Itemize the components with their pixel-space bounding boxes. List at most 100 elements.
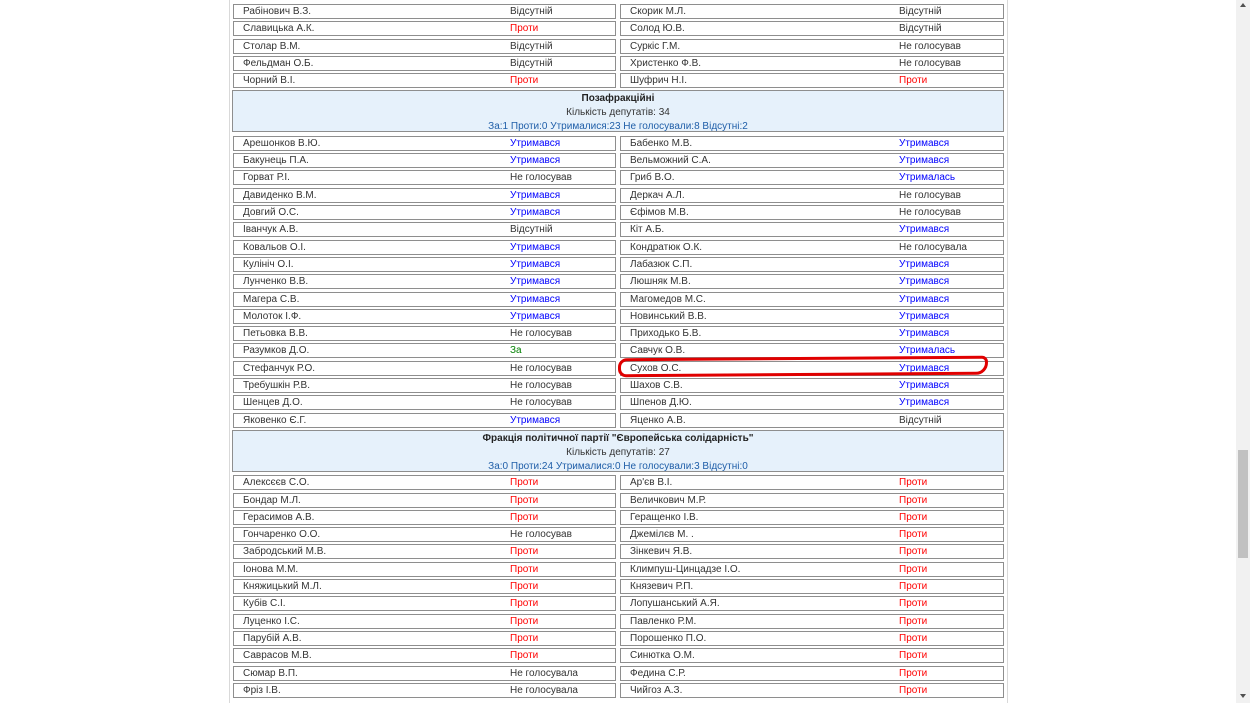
deputy-name: Гриб В.О. — [630, 172, 675, 184]
vote-status: Відсутній — [510, 6, 553, 17]
deputy-cell: Солод Ю.В. Відсутній — [620, 21, 1004, 37]
deputy-cell: Кулініч О.І. Утримався — [233, 256, 616, 272]
deputy-name: Чийгоз А.З. — [630, 684, 683, 696]
deputy-cell: Федина С.Р. Проти — [620, 665, 1004, 681]
scroll-down-arrow-icon[interactable] — [1240, 694, 1246, 698]
deputy-name: Павленко Р.М. — [630, 615, 697, 627]
vote-status: Відсутній — [899, 23, 942, 35]
table-row: Довгий О.С. Утримався Єфімов М.В. Не голосу… — [0, 205, 1250, 220]
vote-status: Не голосував — [899, 57, 961, 69]
vote-status: Утримався — [899, 155, 950, 167]
vote-status: Утримався — [899, 137, 950, 149]
deputy-name: Шпенов Д.Ю. — [630, 397, 692, 409]
deputy-name: Горват Р.І. — [243, 172, 290, 184]
deputy-name: Князевич Р.П. — [630, 581, 694, 592]
deputy-cell: Приходько Б.В. Утримався — [620, 326, 1004, 342]
vote-results-page: Рабінович В.З. Відсутній Скорик М.Л. Відсут… — [0, 0, 1250, 703]
vote-status: Не голосував — [899, 189, 961, 201]
deputy-cell: Бабенко М.В. Утримався — [620, 135, 1004, 151]
faction-deputy-count: Кількість депутатів: 27 — [566, 446, 670, 458]
faction-vote-summary: За:0 Проти:24 Утрималися:0 Не голосували… — [488, 460, 748, 472]
vote-status: Утримався — [510, 137, 561, 149]
vote-status: Проти — [899, 684, 928, 696]
deputy-name: Саврасов М.В. — [243, 650, 312, 662]
table-row: Рабінович В.З. Відсутній Скорик М.Л. Відсут… — [0, 4, 1250, 19]
vote-status: Проти — [899, 581, 928, 592]
deputy-cell: Синютка О.М. Проти — [620, 648, 1004, 664]
deputy-cell: Фріз І.В. Не голосувала — [233, 682, 616, 698]
vote-status: Відсутній — [510, 40, 553, 52]
deputy-cell: Рабінович В.З. Відсутній — [233, 4, 616, 19]
deputy-cell: Павленко Р.М. Проти — [620, 613, 1004, 629]
deputy-name: Бондар М.Л. — [243, 494, 301, 506]
deputy-cell: Герасимов А.В. Проти — [233, 509, 616, 525]
deputy-cell: Кондратюк О.К. Не голосувала — [620, 239, 1004, 255]
table-row: Іонова М.М. Проти Климпуш-Цинцадзе І.О. Про… — [0, 561, 1250, 577]
deputy-cell: Іонова М.М. Проти — [233, 561, 616, 577]
deputy-name: Ковальов О.І. — [243, 241, 306, 253]
scroll-up-arrow-icon[interactable] — [1240, 3, 1246, 7]
deputy-cell: Разумков Д.О. За — [233, 343, 616, 359]
deputy-cell: Петьовка В.В. Не голосував — [233, 326, 616, 342]
vote-status: Не голосував — [510, 380, 572, 391]
faction-title: Позафракційні — [581, 93, 655, 105]
vote-status: Відсутній — [899, 414, 942, 426]
deputy-name: Скорик М.Л. — [630, 6, 687, 17]
deputy-name: Лопушанський А.Я. — [630, 598, 720, 610]
deputy-name: Шахов С.В. — [630, 380, 683, 391]
deputy-name: Яковенко Є.Г. — [243, 414, 307, 426]
deputy-cell: Ар'єв В.І. Проти — [620, 475, 1004, 491]
deputy-name: Бабенко М.В. — [630, 137, 693, 149]
deputy-name: Величкович М.Р. — [630, 494, 707, 506]
deputy-name: Столар В.М. — [243, 40, 301, 52]
deputy-cell: Яценко А.В. Відсутній — [620, 412, 1004, 428]
deputy-name: Христенко Ф.В. — [630, 57, 702, 69]
deputy-name: Арешонков В.Ю. — [243, 137, 321, 149]
deputy-cell: Бондар М.Л. Проти — [233, 492, 616, 508]
faction-title: Фракція політичної партії "Європейська с… — [482, 432, 754, 444]
deputy-cell: Лопушанський А.Я. Проти — [620, 596, 1004, 612]
vote-status: Утримався — [899, 224, 950, 236]
vote-status: Проти — [899, 75, 928, 87]
vote-status: Утримався — [899, 258, 950, 270]
deputy-cell: Гриб В.О. Утрималась — [620, 170, 1004, 186]
table-row: Горват Р.І. Не голосував Гриб В.О. Утримала… — [0, 170, 1250, 186]
deputy-cell: Шенцев Д.О. Не голосував — [233, 395, 616, 411]
vote-status: Проти — [510, 477, 539, 489]
deputy-cell: Княжицький М.Л. Проти — [233, 579, 616, 594]
vertical-scrollbar[interactable] — [1236, 0, 1250, 703]
deputy-cell: Горват Р.І. Не голосував — [233, 170, 616, 186]
deputy-name: Луценко І.С. — [243, 615, 300, 627]
vote-status: Утримався — [899, 380, 950, 391]
vote-status: Проти — [510, 23, 539, 35]
table-row: Петьовка В.В. Не голосував Приходько Б.В. У… — [0, 326, 1250, 342]
vote-status: Утримався — [899, 397, 950, 409]
vote-status: Утримався — [510, 276, 561, 288]
deputy-cell: Шахов С.В. Утримався — [620, 378, 1004, 393]
vote-status: Не голосував — [510, 362, 572, 374]
deputy-cell: Деркач А.Л. Не голосував — [620, 187, 1004, 203]
table-row: Кулініч О.І. Утримався Лабазюк С.П. Утримав… — [0, 256, 1250, 272]
table-row: Луценко І.С. Проти Павленко Р.М. Проти — [0, 613, 1250, 629]
table-row: Требушкін Р.В. Не голосував Шахов С.В. Утри… — [0, 378, 1250, 393]
deputy-cell: Алексєєв С.О. Проти — [233, 475, 616, 491]
table-row: Бакунець П.А. Утримався Вельможний С.А. Утр… — [0, 153, 1250, 169]
vote-status: Проти — [899, 598, 928, 610]
vote-status: Утримався — [510, 310, 561, 322]
deputy-name: Герасимов А.В. — [243, 511, 315, 523]
deputy-cell: Вельможний С.А. Утримався — [620, 153, 1004, 169]
deputy-cell: Арешонков В.Ю. Утримався — [233, 135, 616, 151]
vote-status: Проти — [899, 477, 928, 489]
deputy-name: Новинський В.В. — [630, 310, 707, 322]
vote-status: Проти — [510, 494, 539, 506]
vote-status: Проти — [510, 598, 539, 610]
vote-status: Проти — [899, 546, 928, 558]
vote-status: За — [510, 345, 522, 357]
scrollbar-thumb[interactable] — [1238, 450, 1248, 558]
deputy-name: Яценко А.В. — [630, 414, 686, 426]
deputy-cell: Довгий О.С. Утримався — [233, 205, 616, 220]
vote-status: Утримався — [899, 328, 950, 340]
vote-status: Не голосував — [899, 207, 961, 218]
deputy-cell: Шпенов Д.Ю. Утримався — [620, 395, 1004, 411]
deputy-cell: Чийгоз А.З. Проти — [620, 682, 1004, 698]
